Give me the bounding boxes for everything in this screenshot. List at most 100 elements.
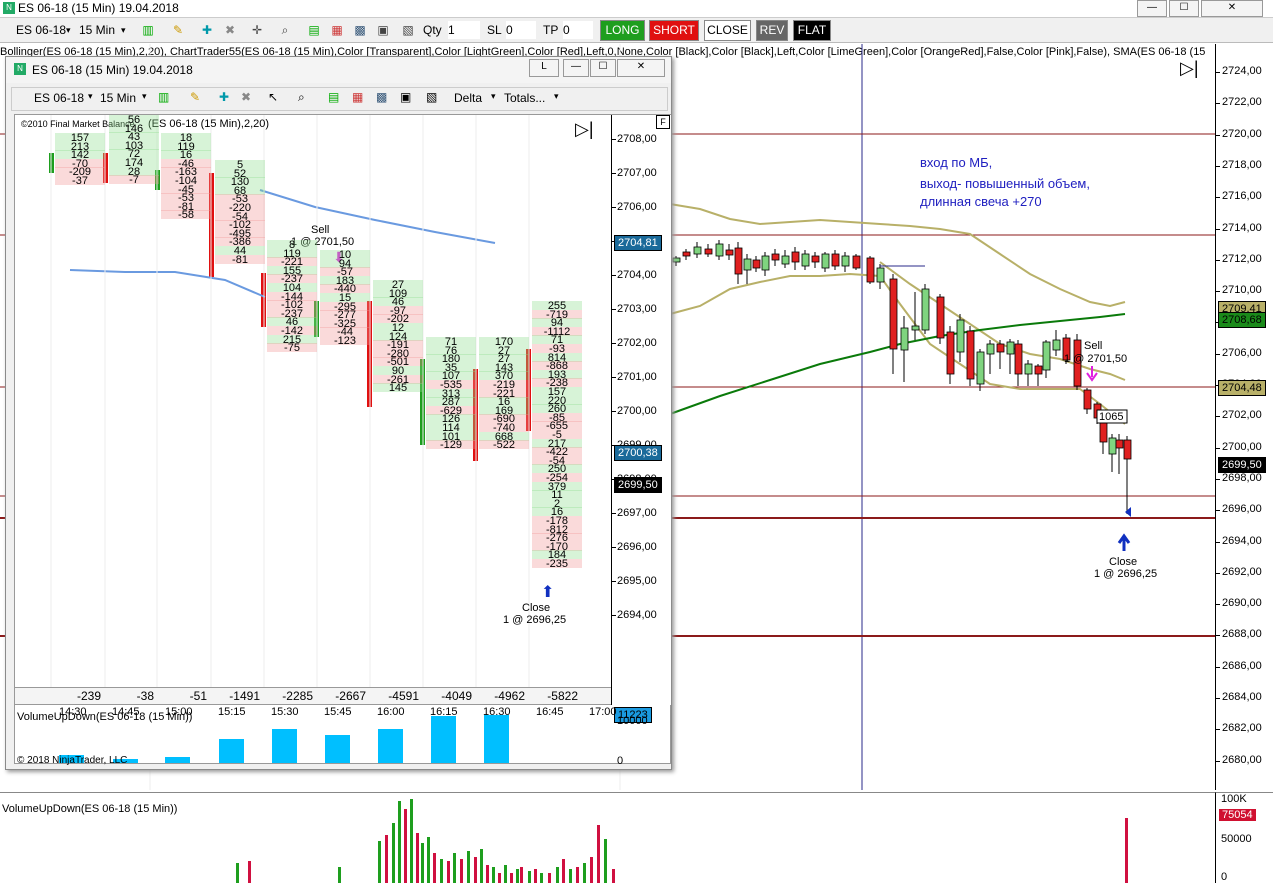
interval-selector[interactable]: 15 Min <box>100 91 136 105</box>
reverse-button[interactable]: REV <box>756 20 788 41</box>
candle-body <box>1115 439 1124 449</box>
price-axis-tick: 2716,00 <box>1222 190 1262 203</box>
interval-selector[interactable]: 15 Min <box>79 21 115 39</box>
pointer-icon[interactable]: ↖ <box>268 90 278 104</box>
footprint-price-axis[interactable]: 2708,002707,002706,002705,002704,002703,… <box>611 115 671 767</box>
price-axis[interactable]: 2724,00 2722,00 2720,00 2718,00 2716,00 2714,… <box>1215 44 1273 790</box>
footprint-axis-tick: 2701,00 <box>617 371 657 383</box>
tp-input[interactable]: 0 <box>563 21 593 39</box>
footprint-axis-tickmark <box>612 207 616 208</box>
short-button[interactable]: SHORT <box>649 20 699 41</box>
flatten-button[interactable]: FLAT <box>793 20 831 41</box>
properties-icon[interactable]: ▣ <box>400 90 411 104</box>
pencil-icon[interactable]: ✎ <box>190 90 200 104</box>
delta-cell: -38 <box>136 689 154 703</box>
time-tick: 16:00 <box>377 706 405 718</box>
volume-panel[interactable]: VolumeUpDown(ES 06-18 (15 Min)) <box>0 792 1215 883</box>
candle-body <box>771 253 780 261</box>
price-axis-tickmark <box>1216 604 1220 606</box>
remove-icon[interactable]: ✖ <box>241 90 251 104</box>
candlestick-series <box>672 240 1132 514</box>
chevron-down-icon[interactable]: ▾ <box>121 21 126 39</box>
chevron-down-icon[interactable]: ▾ <box>142 91 147 102</box>
zoom-icon[interactable]: ⌕ <box>277 22 293 38</box>
totals-menu[interactable]: Totals... <box>504 91 545 105</box>
volume-bar <box>604 839 607 883</box>
footprint-cell: 145 <box>373 383 423 394</box>
indicators-icon[interactable]: ▦ <box>329 22 345 38</box>
price-axis-tick: 2710,00 <box>1222 284 1262 297</box>
chevron-down-icon[interactable]: ▾ <box>554 91 559 102</box>
chart-trader-icon[interactable]: ▧ <box>400 22 416 38</box>
link-button[interactable]: L <box>529 59 559 77</box>
price-axis-tickmark <box>1216 291 1220 293</box>
zoom-icon[interactable]: ⌕ <box>298 90 305 105</box>
chevron-down-icon[interactable]: ▾ <box>88 91 93 102</box>
app-icon: N <box>14 63 26 75</box>
pencil-icon[interactable]: ✎ <box>170 22 186 38</box>
volume-axis-tick: 0 <box>1221 871 1228 883</box>
properties-icon[interactable]: ▣ <box>375 22 391 38</box>
sl-input[interactable]: 0 <box>506 21 536 39</box>
data-box-icon[interactable]: ▤ <box>328 90 339 104</box>
price-axis-tickmark <box>1216 666 1220 668</box>
time-tick: 15:15 <box>218 706 246 718</box>
plus-tool-icon[interactable]: ✚ <box>219 90 229 104</box>
plus-tool-icon[interactable]: ✚ <box>199 22 215 38</box>
remove-icon[interactable]: ✖ <box>222 22 238 38</box>
minimize-button[interactable]: — <box>563 59 589 77</box>
chart-trader-icon[interactable]: ▧ <box>426 90 437 104</box>
indicators-icon[interactable]: ▦ <box>352 90 363 104</box>
strategies-icon[interactable]: ▩ <box>376 90 387 104</box>
bar-type-icon[interactable]: ▥ <box>140 22 156 38</box>
volume-bar <box>421 843 424 883</box>
minimize-button[interactable]: — <box>1137 0 1167 17</box>
candle-body <box>682 251 691 257</box>
price-marker-mid: 2700,38 <box>614 445 662 461</box>
qty-input[interactable]: 1 <box>448 21 480 39</box>
close-button[interactable]: ✕ <box>1201 0 1263 17</box>
strategies-icon[interactable]: ▩ <box>352 22 368 38</box>
candle-body <box>911 325 920 331</box>
close-detail: 1 @ 2696,25 <box>1094 568 1157 580</box>
price-axis-tickmark <box>1216 165 1220 167</box>
long-button[interactable]: LONG <box>600 20 645 41</box>
data-box-icon[interactable]: ▤ <box>306 22 322 38</box>
footprint-window[interactable]: N ES 06-18 (15 Min) 19.04.2018 L — ☐ ✕ E… <box>5 56 672 770</box>
sub-volume-bar <box>219 739 244 763</box>
instrument-selector[interactable]: ES 06-18 <box>16 21 66 39</box>
candle-body <box>761 255 770 271</box>
delta-menu[interactable]: Delta <box>454 91 482 105</box>
indicator-label: (ES 06-18 (15 Min),2,20) <box>148 118 270 130</box>
volume-bar <box>480 849 483 883</box>
crosshair-icon[interactable]: ✛ <box>249 22 265 38</box>
candle-body <box>1083 389 1092 410</box>
tp-label: TP <box>543 23 559 37</box>
instrument-selector[interactable]: ES 06-18 <box>34 91 84 105</box>
chart-trader-toggle-icon[interactable]: ▷| <box>575 119 594 140</box>
candle-body <box>693 246 702 255</box>
sub-volume-axis-tick: 0 <box>617 755 624 767</box>
price-axis-tickmark <box>1216 72 1220 73</box>
volume-bar <box>248 861 251 883</box>
volume-bar <box>516 869 519 883</box>
candle-body <box>831 253 840 267</box>
footprint-axis-tick: 2696,00 <box>617 541 657 553</box>
footprint-chart[interactable]: ©2010 Final Market Balance (ES 06-18 (15… <box>14 114 671 767</box>
chevron-down-icon[interactable]: ▾ <box>66 21 71 39</box>
price-axis-tick: 2698,00 <box>1222 471 1262 484</box>
volume-bar <box>398 801 401 883</box>
volume-bar <box>492 867 495 883</box>
footprint-cell: -123 <box>320 336 370 347</box>
maximize-button[interactable]: ☐ <box>1169 0 1199 17</box>
candle-body <box>1052 339 1061 351</box>
bar-type-icon[interactable]: ▥ <box>158 90 169 104</box>
close-position-button[interactable]: CLOSE <box>704 20 751 41</box>
maximize-button[interactable]: ☐ <box>590 59 616 77</box>
close-arrow-icon: ⬆ <box>541 584 555 601</box>
volume-bar <box>433 853 436 883</box>
f-button[interactable]: F <box>656 115 670 129</box>
copyright-bottom: © 2018 NinjaTrader, LLC <box>17 755 128 766</box>
chevron-down-icon[interactable]: ▾ <box>491 91 496 102</box>
close-button[interactable]: ✕ <box>617 59 665 77</box>
